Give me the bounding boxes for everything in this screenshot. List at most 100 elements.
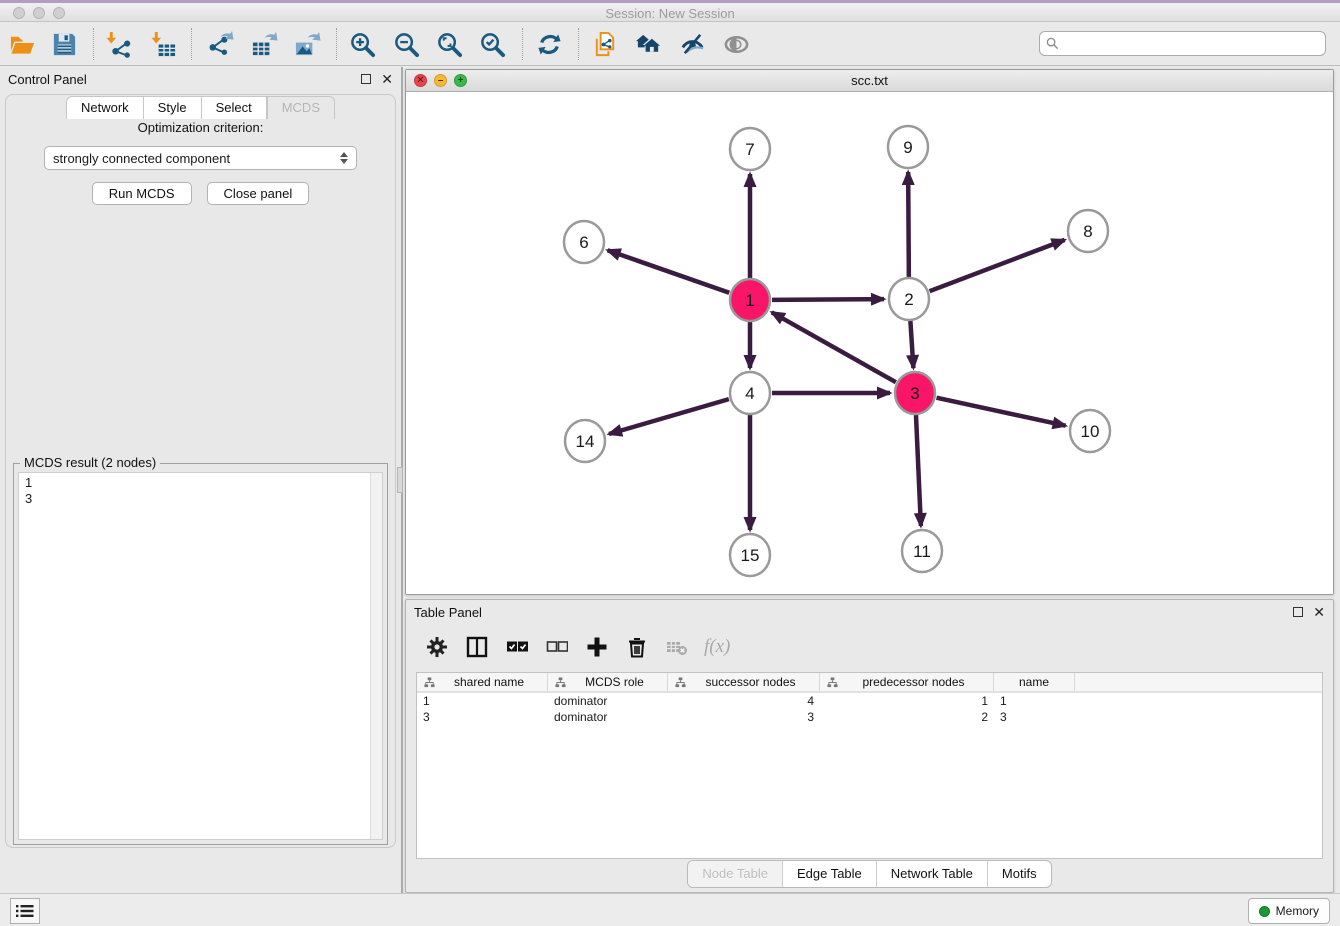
graph-edge-1-6[interactable] (608, 250, 730, 292)
run-mcds-button[interactable]: Run MCDS (92, 182, 192, 205)
graph-edge-3-10[interactable] (936, 398, 1065, 426)
tab-network[interactable]: Network (66, 96, 144, 119)
splitter-handle[interactable] (397, 467, 403, 493)
table-row[interactable]: 3dominator323 (417, 709, 1322, 725)
zoom-fit-button[interactable] (433, 29, 465, 59)
criterion-select[interactable]: strongly connected component (44, 146, 357, 170)
eye-slash-icon (679, 31, 706, 58)
show-all-button[interactable] (720, 29, 752, 59)
table-cell[interactable]: 3 (417, 710, 548, 724)
export-network-icon (207, 31, 234, 58)
hide-selected-button[interactable] (676, 29, 708, 59)
table-cell[interactable]: 3 (668, 710, 820, 724)
graph-edge-1-2[interactable] (772, 299, 884, 300)
select-stepper-icon (340, 152, 348, 164)
zoom-selected-button[interactable] (476, 29, 508, 59)
gear-icon (426, 636, 448, 658)
table-row[interactable]: 1dominator411 (417, 693, 1322, 709)
table-cell[interactable]: dominator (548, 694, 668, 708)
search-input[interactable] (1059, 34, 1325, 54)
table-cell[interactable]: 2 (820, 710, 994, 724)
graph-edge-3-11[interactable] (916, 415, 921, 526)
column-header-predecessor-nodes[interactable]: predecessor nodes (820, 673, 994, 691)
save-session-button[interactable] (48, 29, 80, 59)
close-panel-button[interactable]: Close panel (207, 182, 310, 205)
network-window-title: scc.txt (851, 73, 888, 88)
import-table-button[interactable] (147, 29, 179, 59)
delete-table-icon (666, 636, 688, 658)
memory-button[interactable]: Memory (1248, 898, 1330, 924)
select-all-columns-button[interactable] (504, 634, 530, 660)
table-body: 1dominator4113dominator323 (417, 693, 1322, 725)
unselect-all-columns-button[interactable] (544, 634, 570, 660)
toolbar-separator (522, 28, 523, 60)
refresh-button[interactable] (533, 29, 565, 59)
duplicate-network-icon (591, 31, 618, 58)
table-cell[interactable]: 1 (994, 694, 1075, 708)
close-network-button[interactable]: ✕ (414, 74, 427, 87)
graph-node-label-2: 2 (904, 290, 913, 309)
table-settings-button[interactable] (424, 634, 450, 660)
graph-edge-4-14[interactable] (609, 399, 729, 434)
export-table-button[interactable] (248, 29, 280, 59)
maximize-network-button[interactable]: + (454, 74, 467, 87)
memory-label: Memory (1276, 904, 1319, 918)
close-panel-icon[interactable]: ✕ (381, 74, 393, 84)
graph-edge-2-8[interactable] (930, 240, 1065, 291)
table-cell[interactable]: 3 (994, 710, 1075, 724)
table-cell[interactable]: dominator (548, 710, 668, 724)
tab-select[interactable]: Select (202, 96, 267, 119)
home-view-button[interactable] (632, 29, 664, 59)
column-type-icon (555, 677, 566, 688)
control-panel-title: Control Panel (8, 72, 87, 87)
export-image-button[interactable] (291, 29, 323, 59)
create-column-button[interactable] (584, 634, 610, 660)
task-history-button[interactable] (10, 898, 40, 924)
tab-edge-table[interactable]: Edge Table (783, 861, 877, 887)
table-cell[interactable]: 4 (668, 694, 820, 708)
tab-motifs[interactable]: Motifs (988, 861, 1051, 887)
column-header-shared-name[interactable]: shared name (417, 673, 548, 691)
tab-node-table[interactable]: Node Table (688, 861, 783, 887)
column-type-icon (424, 677, 435, 688)
toolbar-separator (191, 28, 192, 60)
graph-edge-2-3[interactable] (910, 321, 913, 368)
column-header-name[interactable]: name (994, 673, 1075, 691)
float-panel-icon[interactable] (361, 74, 371, 84)
zoom-in-icon (349, 31, 376, 58)
close-table-panel-icon[interactable]: ✕ (1313, 607, 1325, 617)
search-icon (1046, 37, 1059, 50)
export-network-button[interactable] (204, 29, 236, 59)
graph-node-label-15: 15 (741, 546, 760, 565)
toolbar-separator (93, 28, 94, 60)
graph-edge-2-9[interactable] (908, 172, 909, 277)
tab-network-table[interactable]: Network Table (877, 861, 988, 887)
import-network-icon (105, 31, 132, 58)
network-canvas[interactable]: 7968124314101511 (406, 92, 1333, 594)
float-table-panel-icon[interactable] (1293, 607, 1303, 617)
open-file-button[interactable] (6, 29, 38, 59)
graph-edge-3-1[interactable] (772, 312, 896, 382)
graph-node-label-11: 11 (913, 542, 931, 561)
graph-node-label-7: 7 (745, 140, 754, 159)
column-header-successor-nodes[interactable]: successor nodes (668, 673, 820, 691)
minimize-network-button[interactable]: – (434, 74, 447, 87)
mcds-result-group: MCDS result (2 nodes) 1 3 (13, 463, 388, 845)
search-box[interactable] (1039, 31, 1326, 56)
save-icon (51, 31, 78, 58)
table-cell[interactable]: 1 (820, 694, 994, 708)
delete-column-button[interactable] (624, 634, 650, 660)
zoom-out-button[interactable] (390, 29, 422, 59)
duplicate-network-button[interactable] (588, 29, 620, 59)
mcds-result-list[interactable]: 1 3 (18, 472, 383, 840)
tab-style[interactable]: Style (144, 96, 202, 119)
network-window-titlebar[interactable]: ✕ – + scc.txt (406, 70, 1333, 92)
import-network-button[interactable] (102, 29, 134, 59)
show-column-panel-button[interactable] (464, 634, 490, 660)
graph-node-label-6: 6 (579, 233, 588, 252)
tab-mcds[interactable]: MCDS (267, 96, 335, 119)
table-cell[interactable]: 1 (417, 694, 548, 708)
result-scrollbar[interactable] (370, 473, 382, 839)
column-header-mcds-role[interactable]: MCDS role (548, 673, 668, 691)
zoom-in-button[interactable] (346, 29, 378, 59)
